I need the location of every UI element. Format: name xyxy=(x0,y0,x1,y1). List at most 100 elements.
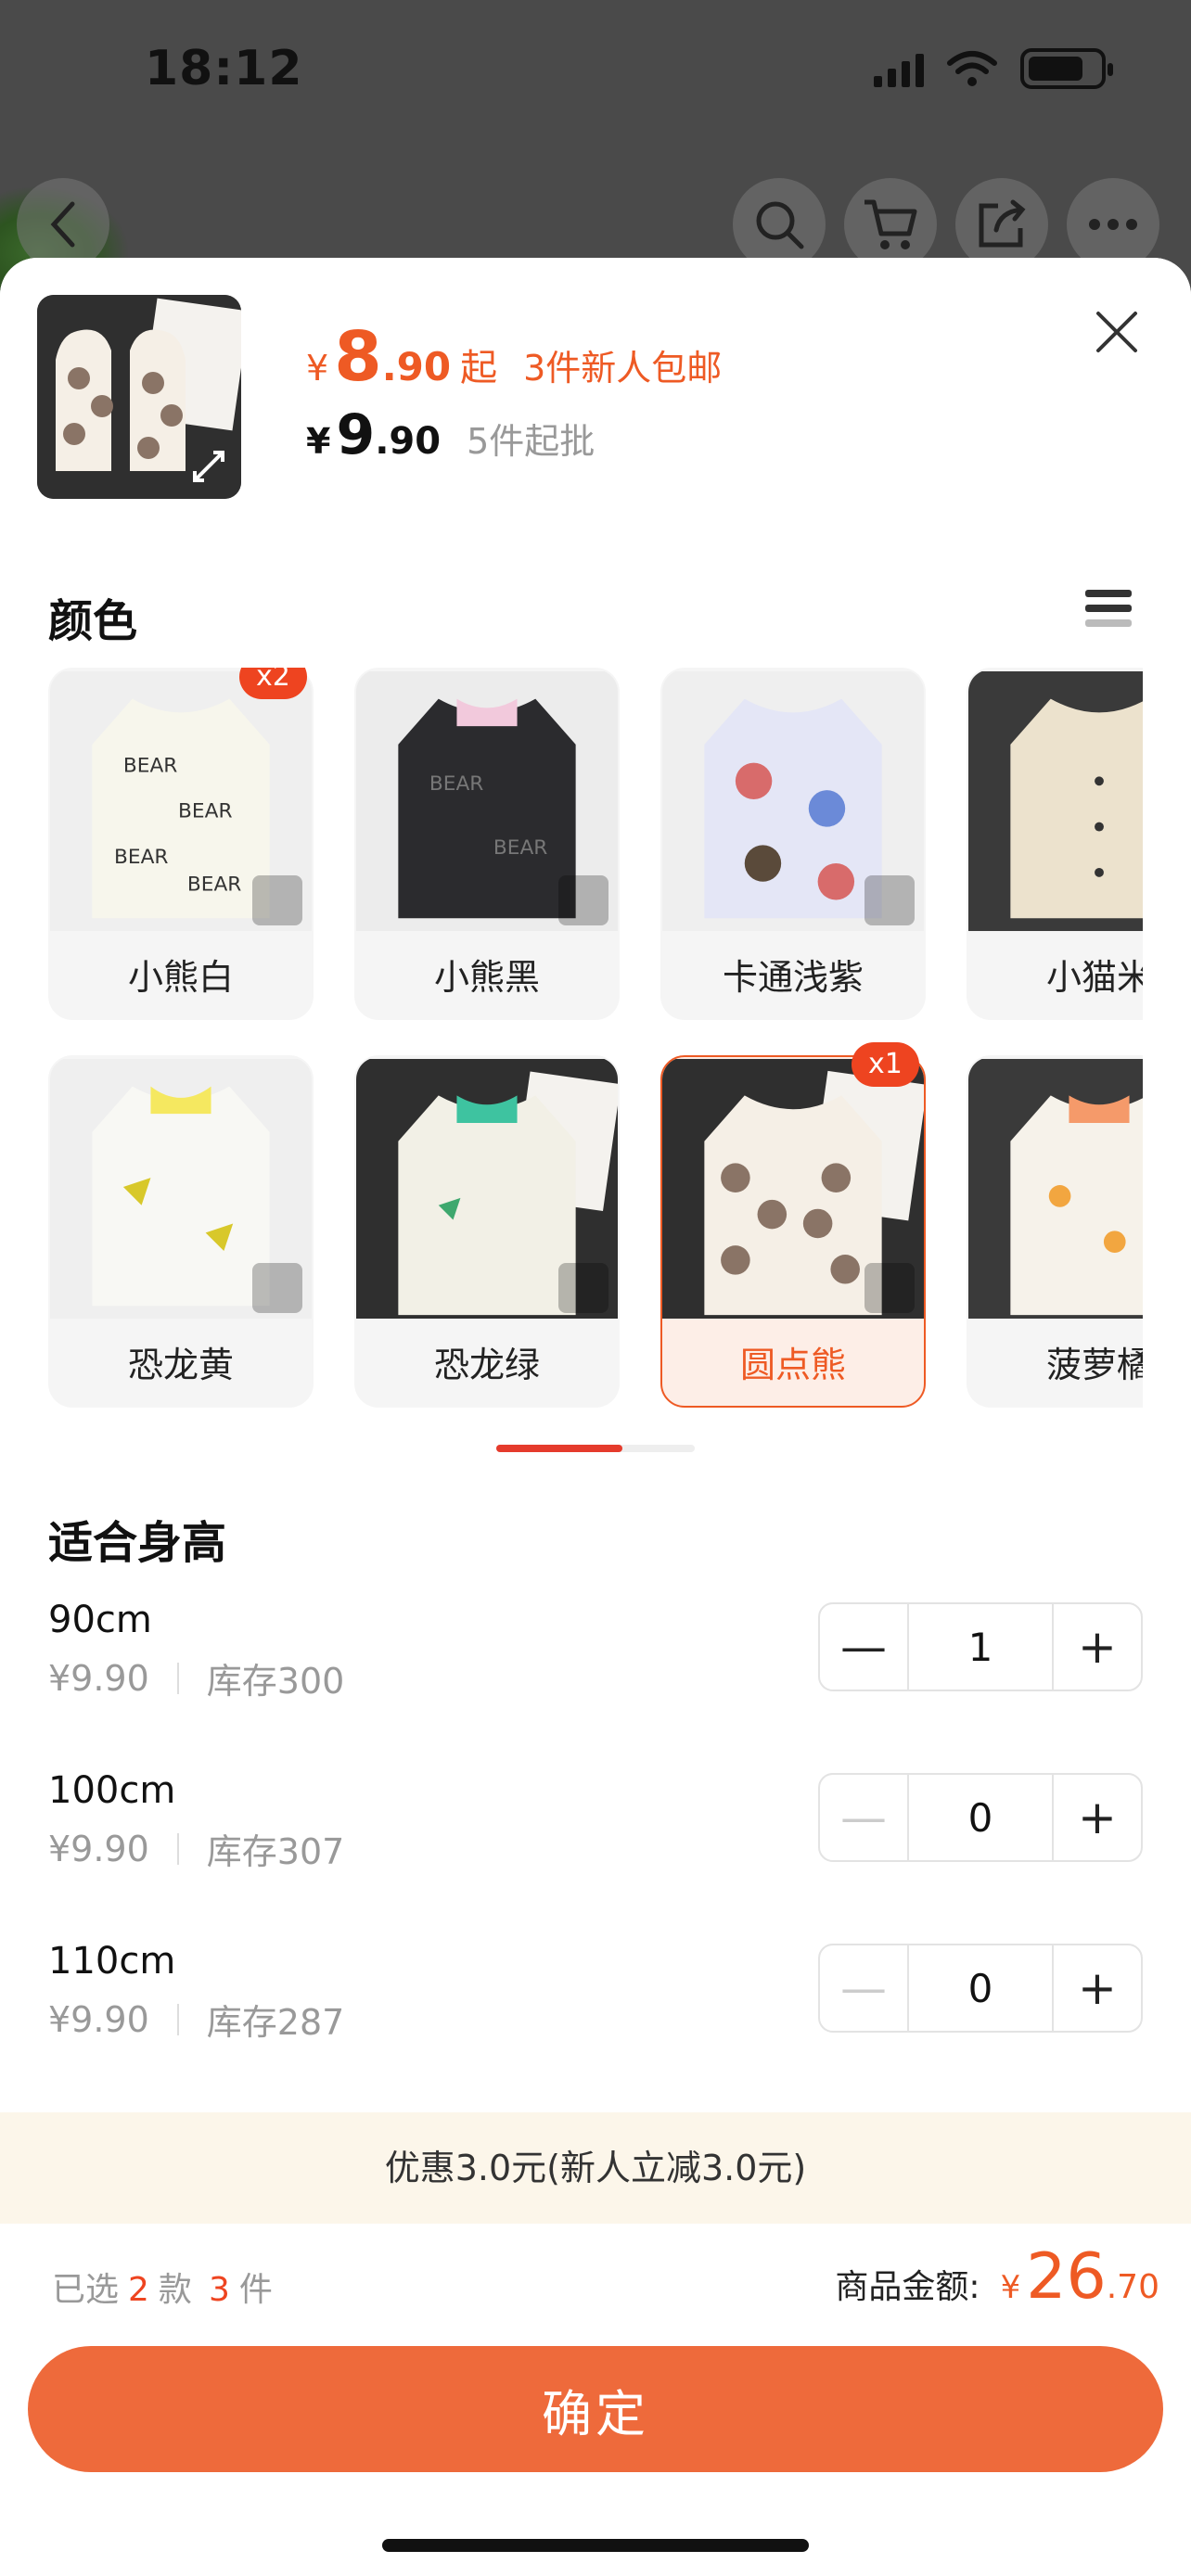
amount-currency: ¥ xyxy=(1000,2269,1021,2306)
swatch-xiaomaomi[interactable]: 小猫米 xyxy=(967,668,1143,1020)
plus-button[interactable]: + xyxy=(1054,1775,1141,1860)
size-row-100: 100cm ¥9.90 库存307 — 0 + xyxy=(48,1769,1143,1881)
svg-text:BEAR: BEAR xyxy=(178,800,233,823)
swatch-label: 恐龙绿 xyxy=(433,1345,540,1385)
promo-text: 3件新人包邮 xyxy=(523,348,723,389)
svg-text:BEAR: BEAR xyxy=(429,772,484,796)
product-thumbnail[interactable] xyxy=(37,295,241,499)
quantity-value[interactable]: 0 xyxy=(907,1775,1054,1860)
list-view-icon[interactable] xyxy=(1085,590,1132,640)
minus-button[interactable]: — xyxy=(820,1604,907,1690)
promo-price-row: ¥ 8 .90 起 3件新人包邮 xyxy=(306,317,722,397)
swatch-konglonghuang[interactable]: 恐龙黄 xyxy=(48,1055,314,1408)
total-amount: 商品金额: ¥ 26 .70 xyxy=(835,2240,1159,2314)
close-button[interactable] xyxy=(1089,304,1145,360)
wifi-icon xyxy=(947,51,997,86)
swatch-scroll-indicator xyxy=(496,1445,695,1452)
search-button[interactable] xyxy=(733,178,826,271)
color-swatch-grid: BEAR BEAR BEAR BEAR 小熊白 BEAR BEAR 小熊黑 卡通浅紫 小… xyxy=(48,668,1143,1428)
swatch-label: 恐龙黄 xyxy=(127,1345,234,1385)
swatch-yuandianxiong[interactable]: 圆点熊 xyxy=(660,1055,926,1408)
swatch-konglonglv[interactable]: 恐龙绿 xyxy=(354,1055,620,1408)
svg-text:BEAR: BEAR xyxy=(187,874,242,897)
quantity-stepper: — 1 + xyxy=(818,1602,1143,1691)
swatch-boluoju[interactable]: 菠萝橘 xyxy=(967,1055,1143,1408)
size-row-110: 110cm ¥9.90 库存287 — 0 + xyxy=(48,1940,1143,2051)
sheet-header: ¥ 8 .90 起 3件新人包邮 ¥ 9 .90 5件起批 xyxy=(0,258,1191,536)
selected-styles: 2 xyxy=(128,2271,149,2309)
quantity-value[interactable]: 1 xyxy=(907,1604,1054,1690)
expand-icon[interactable] xyxy=(558,1263,608,1313)
status-icons xyxy=(874,48,1113,89)
swatch-label: 小熊白 xyxy=(127,957,234,998)
close-icon xyxy=(1096,312,1137,352)
expand-icon[interactable] xyxy=(864,1263,915,1313)
expand-icon[interactable] xyxy=(558,875,608,925)
plus-button[interactable]: + xyxy=(1054,1945,1141,2031)
size-name: 90cm xyxy=(48,1599,152,1641)
share-icon xyxy=(979,199,1026,248)
expand-icon[interactable] xyxy=(252,875,302,925)
amount-label: 商品金额: xyxy=(835,2268,980,2306)
cart-button[interactable] xyxy=(844,178,937,271)
price-decimal: .90 xyxy=(381,344,452,389)
pieces-unit: 件 xyxy=(238,2271,273,2309)
expand-icon[interactable] xyxy=(252,1263,302,1313)
size-price: ¥9.90 xyxy=(48,1998,149,2040)
cart-icon xyxy=(864,199,917,249)
quantity-value[interactable]: 0 xyxy=(907,1945,1054,2031)
svg-text:BEAR: BEAR xyxy=(493,836,548,860)
home-indicator xyxy=(382,2539,809,2552)
swatch-label: 圆点熊 xyxy=(739,1345,846,1385)
swatch-label: 菠萝橘 xyxy=(1045,1345,1143,1385)
swatch-xiaoxiongbai[interactable]: BEAR BEAR BEAR BEAR 小熊白 xyxy=(48,668,314,1020)
swatch-katongqianzi[interactable]: 卡通浅紫 xyxy=(660,668,926,1020)
size-row-90: 90cm ¥9.90 库存300 — 1 + xyxy=(48,1599,1143,1710)
wholesale-decimal: .90 xyxy=(375,420,442,463)
search-icon xyxy=(756,201,804,249)
selected-prefix: 已选 xyxy=(52,2271,120,2309)
discount-banner: 优惠3.0元(新人立减3.0元) xyxy=(0,2112,1191,2224)
swatch-xiaoxionghei[interactable]: BEAR BEAR 小熊黑 xyxy=(354,668,620,1020)
more-button[interactable] xyxy=(1067,178,1159,271)
wholesale-currency: ¥ xyxy=(306,421,331,462)
size-section-title: 适合身高 xyxy=(48,1517,227,1569)
quantity-badge: x2 xyxy=(239,668,307,699)
minus-button[interactable]: — xyxy=(820,1775,907,1860)
size-name: 100cm xyxy=(48,1769,176,1812)
swatch-label: 小熊黑 xyxy=(433,957,540,998)
size-name: 110cm xyxy=(48,1940,176,1983)
price-currency: ¥ xyxy=(306,348,329,389)
size-meta: ¥9.90 库存307 xyxy=(48,1823,344,1874)
back-icon xyxy=(50,201,75,248)
size-price: ¥9.90 xyxy=(48,1657,149,1699)
share-button[interactable] xyxy=(955,178,1048,271)
order-summary: 已选 2 款 3 件 商品金额: ¥ 26 .70 xyxy=(0,2224,1191,2335)
size-stock: 库存300 xyxy=(206,1661,345,1702)
size-stock: 库存287 xyxy=(206,2002,345,2043)
wholesale-price-row: ¥ 9 .90 5件起批 xyxy=(306,402,595,467)
minus-button[interactable]: — xyxy=(820,1945,907,2031)
back-button[interactable] xyxy=(17,178,109,271)
wholesale-integer: 9 xyxy=(336,402,376,467)
plus-button[interactable]: + xyxy=(1054,1604,1141,1690)
svg-text:BEAR: BEAR xyxy=(123,754,178,777)
top-nav xyxy=(0,139,1191,271)
sku-sheet: ¥ 8 .90 起 3件新人包邮 ¥ 9 .90 5件起批 颜色 BEAR BEA… xyxy=(0,258,1191,2576)
quantity-badge: x1 xyxy=(852,1042,919,1087)
styles-unit: 款 xyxy=(158,2271,192,2309)
expand-icon[interactable] xyxy=(864,875,915,925)
signal-icon xyxy=(874,50,924,87)
amount-integer: 26 xyxy=(1026,2240,1107,2314)
svg-text:BEAR: BEAR xyxy=(114,846,169,869)
status-bar: 18:12 xyxy=(0,0,1191,139)
status-time: 18:12 xyxy=(145,41,303,96)
color-section-title: 颜色 xyxy=(48,595,138,647)
swatch-label: 小猫米 xyxy=(1045,957,1143,998)
battery-icon xyxy=(1020,48,1113,89)
price-qi: 起 xyxy=(460,347,498,389)
more-icon xyxy=(1089,219,1137,230)
size-meta: ¥9.90 库存300 xyxy=(48,1652,344,1703)
confirm-button[interactable]: 确定 xyxy=(28,2346,1163,2472)
quantity-stepper: — 0 + xyxy=(818,1944,1143,2033)
